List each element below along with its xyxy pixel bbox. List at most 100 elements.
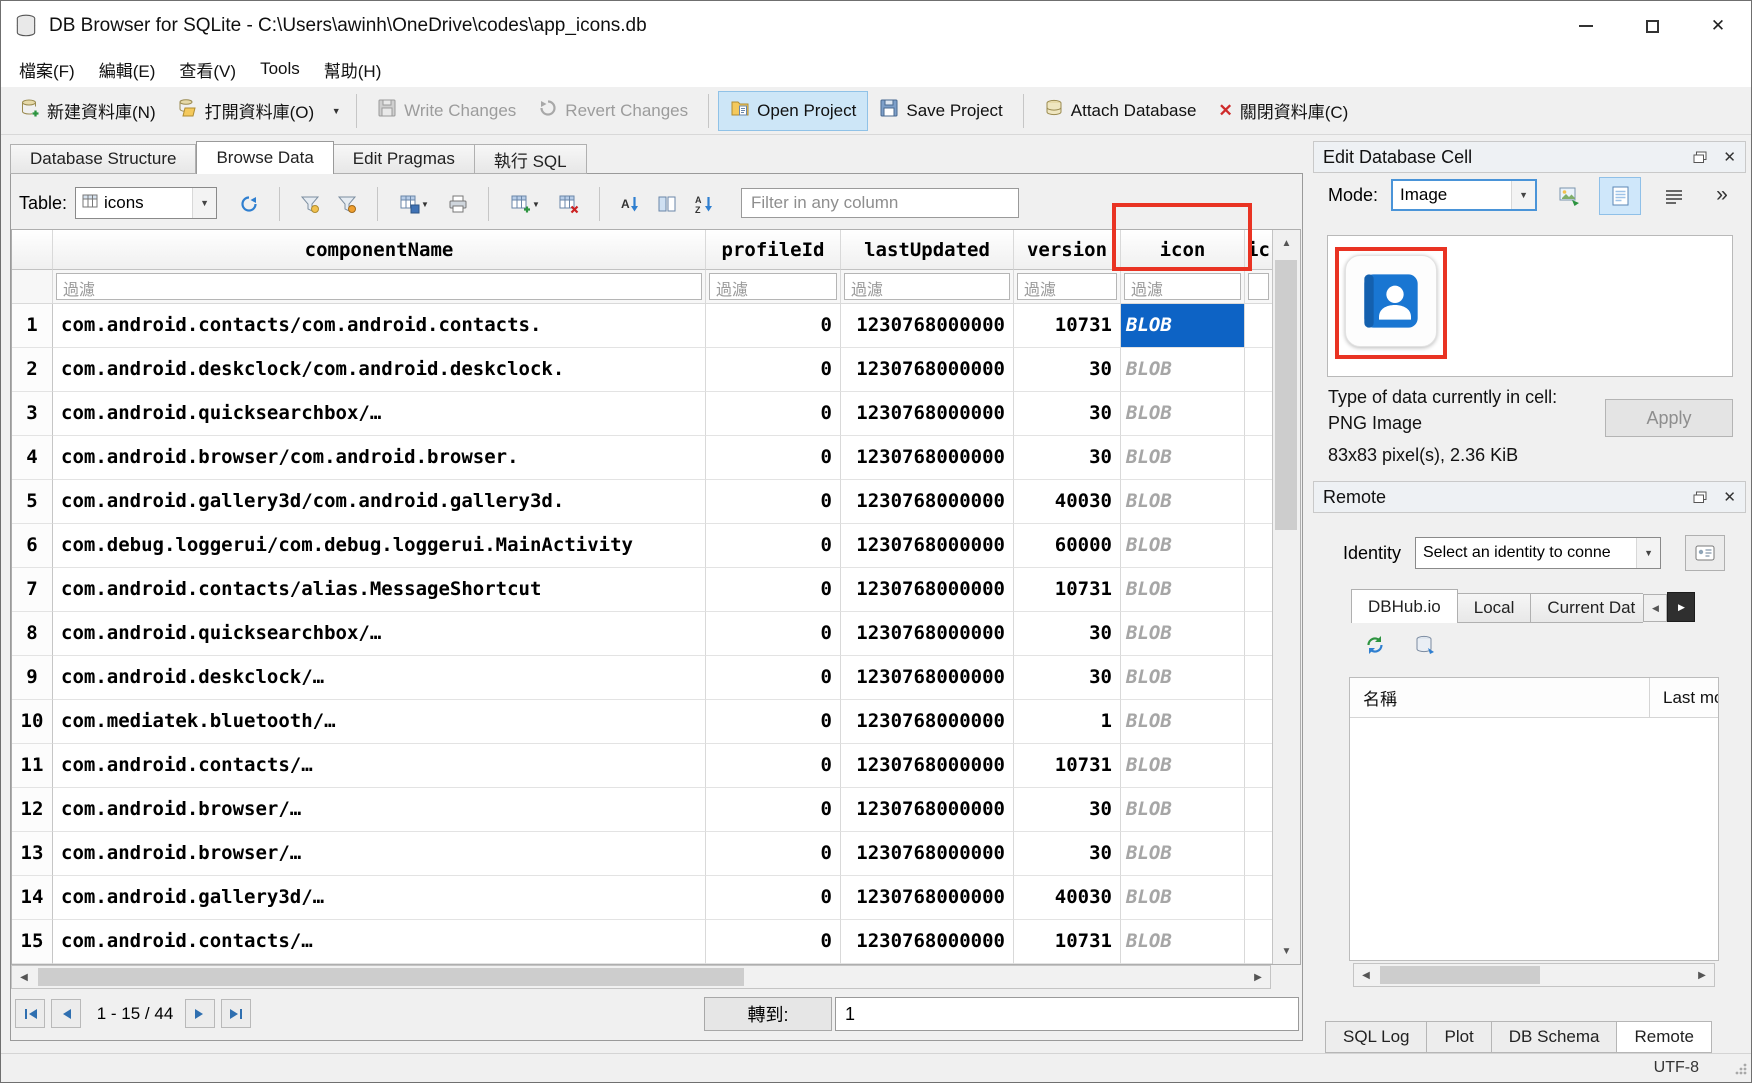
column-header-profileId[interactable]: profileId (706, 230, 841, 270)
insert-record-button[interactable]: ▼ (503, 188, 548, 220)
table-row[interactable]: 1 com.android.contacts/com.android.conta… (12, 304, 1272, 348)
scrollbar-thumb[interactable] (1275, 260, 1297, 530)
cell-lastUpdated[interactable]: 1230768000000 (841, 656, 1014, 700)
tab-local[interactable]: Local (1458, 593, 1532, 623)
menu-tools[interactable]: Tools (248, 51, 312, 87)
cell-componentName[interactable]: com.android.contacts/com.android.contact… (53, 304, 706, 348)
filter-partial[interactable] (1248, 273, 1269, 300)
float-dock-icon[interactable] (1693, 151, 1707, 164)
row-number[interactable]: 8 (12, 612, 53, 656)
table-row[interactable]: 6 com.debug.loggerui/com.debug.loggerui.… (12, 524, 1272, 568)
refresh-button[interactable] (233, 188, 265, 220)
columns-button[interactable] (651, 188, 683, 220)
print-button[interactable] (442, 188, 474, 220)
table-row[interactable]: 14 com.android.gallery3d/… 0 12307680000… (12, 876, 1272, 920)
apply-button[interactable]: Apply (1605, 399, 1733, 437)
cell-icon[interactable]: BLOB (1121, 876, 1245, 920)
resize-grip[interactable] (1732, 1060, 1748, 1081)
tab-browse-data[interactable]: Browse Data (196, 141, 333, 174)
cell-icon[interactable]: BLOB (1121, 436, 1245, 480)
cell-lastUpdated[interactable]: 1230768000000 (841, 700, 1014, 744)
close-button[interactable]: ✕ (1685, 1, 1751, 51)
filter-componentName[interactable]: 過濾 (56, 273, 702, 300)
float-dock-icon[interactable] (1693, 491, 1707, 504)
table-row[interactable]: 11 com.android.contacts/… 0 123076800000… (12, 744, 1272, 788)
cell-partial[interactable] (1245, 480, 1272, 524)
filter-icon[interactable]: 過濾 (1124, 273, 1241, 300)
cell-version[interactable]: 30 (1014, 788, 1121, 832)
menu-view[interactable]: 查看(V) (167, 51, 248, 87)
cell-componentName[interactable]: com.android.contacts/… (53, 920, 706, 964)
tab-dbhub[interactable]: DBHub.io (1351, 589, 1458, 623)
cell-partial[interactable] (1245, 788, 1272, 832)
menu-help[interactable]: 幫助(H) (312, 51, 394, 87)
row-number[interactable]: 5 (12, 480, 53, 524)
table-selector[interactable]: icons ▼ (75, 187, 217, 219)
scroll-left-icon[interactable]: ◀ (12, 966, 36, 988)
cell-icon[interactable]: BLOB (1121, 612, 1245, 656)
cell-lastUpdated[interactable]: 1230768000000 (841, 788, 1014, 832)
cell-icon[interactable]: BLOB (1121, 348, 1245, 392)
filter-lastUpdated[interactable]: 過濾 (844, 273, 1010, 300)
menu-file[interactable]: 檔案(F) (7, 51, 87, 87)
sort-ascending-button[interactable]: A (614, 188, 646, 220)
word-wrap-button[interactable] (1657, 185, 1691, 209)
cell-lastUpdated[interactable]: 1230768000000 (841, 348, 1014, 392)
cell-componentName[interactable]: com.debug.loggerui/com.debug.loggerui.Ma… (53, 524, 706, 568)
cell-partial[interactable] (1245, 304, 1272, 348)
open-database-button[interactable]: 打開資料庫(O) (167, 91, 326, 131)
cell-profileId[interactable]: 0 (706, 832, 841, 876)
tab-sql-log[interactable]: SQL Log (1325, 1021, 1427, 1053)
row-number[interactable]: 2 (12, 348, 53, 392)
tab-db-schema[interactable]: DB Schema (1492, 1021, 1618, 1053)
table-row[interactable]: 8 com.android.quicksearchbox/… 0 1230768… (12, 612, 1272, 656)
save-results-button[interactable]: ▼ (392, 188, 437, 220)
cell-icon[interactable]: BLOB (1121, 744, 1245, 788)
cell-partial[interactable] (1245, 524, 1272, 568)
cell-componentName[interactable]: com.android.gallery3d/… (53, 876, 706, 920)
cell-icon[interactable]: BLOB (1121, 392, 1245, 436)
cell-profileId[interactable]: 0 (706, 788, 841, 832)
close-database-button[interactable]: ✕ 關閉資料庫(C) (1207, 91, 1359, 131)
cell-version[interactable]: 30 (1014, 392, 1121, 436)
cell-version[interactable]: 30 (1014, 348, 1121, 392)
cell-version[interactable]: 10731 (1014, 568, 1121, 612)
global-filter-input[interactable] (741, 188, 1019, 218)
table-row[interactable]: 2 com.android.deskclock/com.android.desk… (12, 348, 1272, 392)
view-as-image-button[interactable] (1599, 177, 1641, 215)
cell-icon[interactable]: BLOB (1121, 524, 1245, 568)
row-number[interactable]: 4 (12, 436, 53, 480)
scroll-up-icon[interactable]: ▲ (1273, 230, 1300, 256)
tab-plot[interactable]: Plot (1427, 1021, 1491, 1053)
table-row[interactable]: 10 com.mediatek.bluetooth/… 0 1230768000… (12, 700, 1272, 744)
cell-partial[interactable] (1245, 612, 1272, 656)
more-tools-button[interactable]: » (1707, 179, 1737, 211)
row-number[interactable]: 13 (12, 832, 53, 876)
cell-profileId[interactable]: 0 (706, 568, 841, 612)
cell-partial[interactable] (1245, 436, 1272, 480)
last-record-button[interactable] (221, 999, 251, 1028)
cell-lastUpdated[interactable]: 1230768000000 (841, 524, 1014, 568)
cell-lastUpdated[interactable]: 1230768000000 (841, 744, 1014, 788)
cell-profileId[interactable]: 0 (706, 700, 841, 744)
remote-refresh-button[interactable] (1361, 631, 1389, 659)
column-header-lastUpdated[interactable]: lastUpdated (841, 230, 1014, 270)
row-number[interactable]: 15 (12, 920, 53, 964)
previous-record-button[interactable] (51, 999, 81, 1028)
cell-icon[interactable]: BLOB (1121, 832, 1245, 876)
cell-lastUpdated[interactable]: 1230768000000 (841, 568, 1014, 612)
row-number[interactable]: 6 (12, 524, 53, 568)
cell-componentName[interactable]: com.android.contacts/… (53, 744, 706, 788)
cell-version[interactable]: 40030 (1014, 876, 1121, 920)
cell-lastUpdated[interactable]: 1230768000000 (841, 832, 1014, 876)
grid-vertical-scrollbar[interactable]: ▲ ▼ (1272, 230, 1300, 964)
cell-version[interactable]: 30 (1014, 436, 1121, 480)
cell-componentName[interactable]: com.android.browser/… (53, 832, 706, 876)
cell-profileId[interactable]: 0 (706, 392, 841, 436)
open-project-button[interactable]: Open Project (718, 91, 868, 131)
cell-lastUpdated[interactable]: 1230768000000 (841, 392, 1014, 436)
cell-partial[interactable] (1245, 744, 1272, 788)
tab-edit-pragmas[interactable]: Edit Pragmas (334, 144, 475, 174)
tab-current-database[interactable]: Current Dat (1531, 593, 1643, 623)
cell-componentName[interactable]: com.android.deskclock/… (53, 656, 706, 700)
